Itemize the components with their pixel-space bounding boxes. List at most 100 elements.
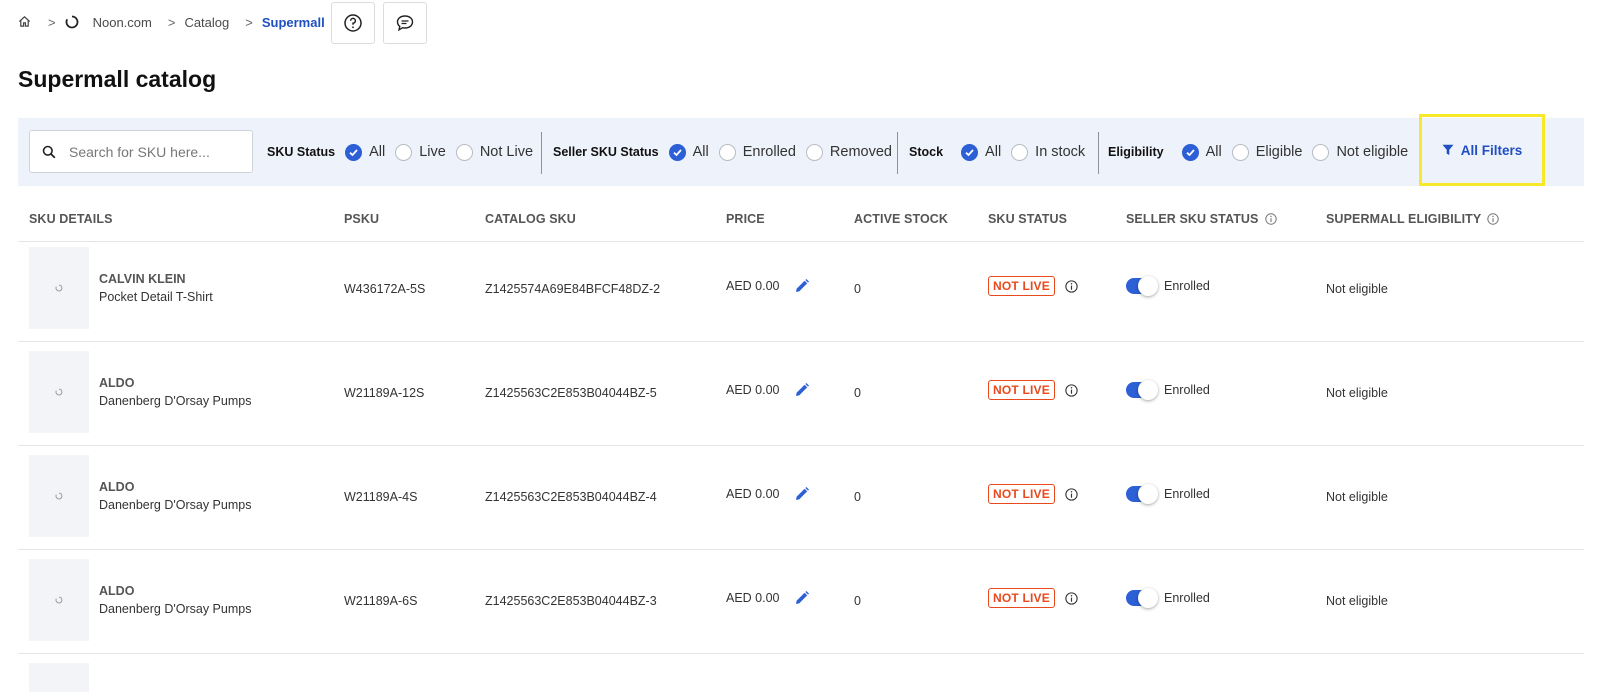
product-brand: ALDO <box>99 480 135 494</box>
radio-empty-icon <box>1312 143 1330 161</box>
info-icon[interactable] <box>1487 213 1500 225</box>
divider <box>541 132 542 174</box>
active-stock-value: 0 <box>854 594 861 608</box>
enrolled-toggle[interactable] <box>1126 484 1158 504</box>
product-brand: CALVIN KLEIN <box>99 272 186 286</box>
product-image-placeholder[interactable] <box>29 455 89 537</box>
column-header-eligibility: SUPERMALL ELIGIBILITY <box>1326 212 1500 226</box>
status-badge: NOT LIVE <box>988 380 1055 400</box>
product-name[interactable]: Danenberg D'Orsay Pumps <box>99 498 251 512</box>
table-row[interactable]: ALDO Danenberg D'Orsay Pumps W21189A-12S… <box>18 340 1584 446</box>
column-header: SKU DETAILS <box>29 212 113 226</box>
radio-label: All <box>369 144 386 160</box>
psku-value: W436172A-5S <box>344 282 426 296</box>
info-icon[interactable] <box>1264 213 1277 225</box>
status-badge: NOT LIVE <box>988 484 1055 504</box>
breadcrumb-item-catalog[interactable]: Catalog <box>184 15 229 30</box>
column-header: PRICE <box>726 212 765 226</box>
product-image-placeholder[interactable] <box>29 351 89 433</box>
catalog-sku-value: Z1425563C2E853B04044BZ-4 <box>485 490 657 504</box>
eligibility-value: Not eligible <box>1326 490 1388 504</box>
enrolled-toggle[interactable] <box>1126 276 1158 296</box>
loading-icon <box>65 15 79 29</box>
radio-eligibility-not-eligible[interactable]: Not eligible <box>1312 143 1409 161</box>
radio-label: Live <box>419 144 446 160</box>
filter-eligibility: Eligibility All Eligible Not eligible <box>1108 118 1418 186</box>
info-icon[interactable] <box>1065 383 1078 397</box>
product-name[interactable]: Pocket Detail T-Shirt <box>99 290 213 304</box>
seller-status-cell: Enrolled <box>1126 380 1210 400</box>
pencil-icon[interactable] <box>794 590 810 606</box>
radio-label: All <box>985 144 1002 160</box>
eligibility-value: Not eligible <box>1326 282 1388 296</box>
info-icon[interactable] <box>1065 279 1078 293</box>
sku-status-cell: NOT LIVE <box>988 484 1078 504</box>
seller-status-cell: Enrolled <box>1126 276 1210 296</box>
catalog-sku-value: Z1425563C2E853B04044BZ-5 <box>485 386 657 400</box>
radio-stock-in-stock[interactable]: In stock <box>1011 143 1085 161</box>
chat-button[interactable] <box>383 2 427 44</box>
pencil-icon[interactable] <box>794 278 810 294</box>
info-icon[interactable] <box>1065 591 1078 605</box>
column-header: CATALOG SKU <box>485 212 576 226</box>
radio-eligibility-eligible[interactable]: Eligible <box>1231 143 1303 161</box>
toggle-knob <box>1138 484 1158 504</box>
radio-empty-icon <box>718 143 736 161</box>
radio-label: Eligible <box>1255 144 1303 160</box>
radio-eligibility-all[interactable]: All <box>1181 143 1222 161</box>
radio-sku-live[interactable]: Live <box>395 143 446 161</box>
filter-seller-sku-status: Seller SKU Status All Enrolled Removed <box>553 118 902 186</box>
radio-sku-not-live[interactable]: Not Live <box>455 143 533 161</box>
table-row[interactable]: CALVIN KLEIN Pocket Detail T-Shirt W4361… <box>18 236 1584 342</box>
radio-seller-all[interactable]: All <box>668 143 709 161</box>
radio-seller-removed[interactable]: Removed <box>805 143 892 161</box>
product-image-placeholder[interactable] <box>29 559 89 641</box>
page-title: Supermall catalog <box>18 66 217 92</box>
table-row[interactable]: ALDO Danenberg D'Orsay Pumps W21189A-6S … <box>18 548 1584 654</box>
column-header: ACTIVE STOCK <box>854 212 949 226</box>
product-name[interactable]: Danenberg D'Orsay Pumps <box>99 394 251 408</box>
search-box[interactable] <box>29 130 253 173</box>
psku-value: W21189A-12S <box>344 386 425 400</box>
radio-checked-icon <box>668 143 686 161</box>
price-cell: AED 0.00 <box>726 278 810 294</box>
product-image-placeholder[interactable] <box>29 247 89 329</box>
sku-status-cell: NOT LIVE <box>988 588 1078 608</box>
search-icon <box>30 145 56 159</box>
info-icon[interactable] <box>1065 487 1078 501</box>
loading-icon <box>55 492 63 500</box>
radio-sku-all[interactable]: All <box>345 143 386 161</box>
loading-icon <box>55 388 63 396</box>
breadcrumb-item-supermall: Supermall <box>261 14 325 30</box>
catalog-sku-value: Z1425574A69E84BFCF48DZ-2 <box>485 282 661 296</box>
product-name[interactable]: Danenberg D'Orsay Pumps <box>99 602 251 616</box>
breadcrumb-item-noon[interactable]: Noon.com <box>93 15 152 30</box>
radio-label: Not eligible <box>1336 144 1409 160</box>
radio-empty-icon <box>455 143 473 161</box>
enrolled-toggle[interactable] <box>1126 588 1158 608</box>
enrolled-toggle[interactable] <box>1126 380 1158 400</box>
active-stock-value: 0 <box>854 282 861 296</box>
radio-empty-icon <box>395 143 413 161</box>
home-icon[interactable] <box>18 15 32 29</box>
status-badge: NOT LIVE <box>988 276 1055 296</box>
radio-stock-all[interactable]: All <box>961 143 1002 161</box>
product-image-placeholder <box>29 663 89 692</box>
column-header-seller-status: SELLER SKU STATUS <box>1126 212 1277 226</box>
help-button[interactable] <box>331 2 375 44</box>
seller-status-cell: Enrolled <box>1126 588 1210 608</box>
active-stock-value: 0 <box>854 386 861 400</box>
help-icon <box>343 13 363 33</box>
pencil-icon[interactable] <box>794 486 810 502</box>
radio-seller-enrolled[interactable]: Enrolled <box>718 143 796 161</box>
pencil-icon[interactable] <box>794 382 810 398</box>
search-input[interactable] <box>69 143 229 160</box>
catalog-sku-value: Z1425563C2E853B04044BZ-3 <box>485 594 657 608</box>
all-filters-label: All Filters <box>1460 142 1523 158</box>
sku-status-cell: NOT LIVE <box>988 276 1078 296</box>
filter-stock: Stock All In stock <box>909 118 1095 186</box>
table-row[interactable]: ALDO Danenberg D'Orsay Pumps W21189A-4S … <box>18 444 1584 550</box>
all-filters-button[interactable]: All Filters <box>1419 114 1545 186</box>
column-header-label: SELLER SKU STATUS <box>1126 212 1259 226</box>
loading-icon <box>55 284 63 292</box>
